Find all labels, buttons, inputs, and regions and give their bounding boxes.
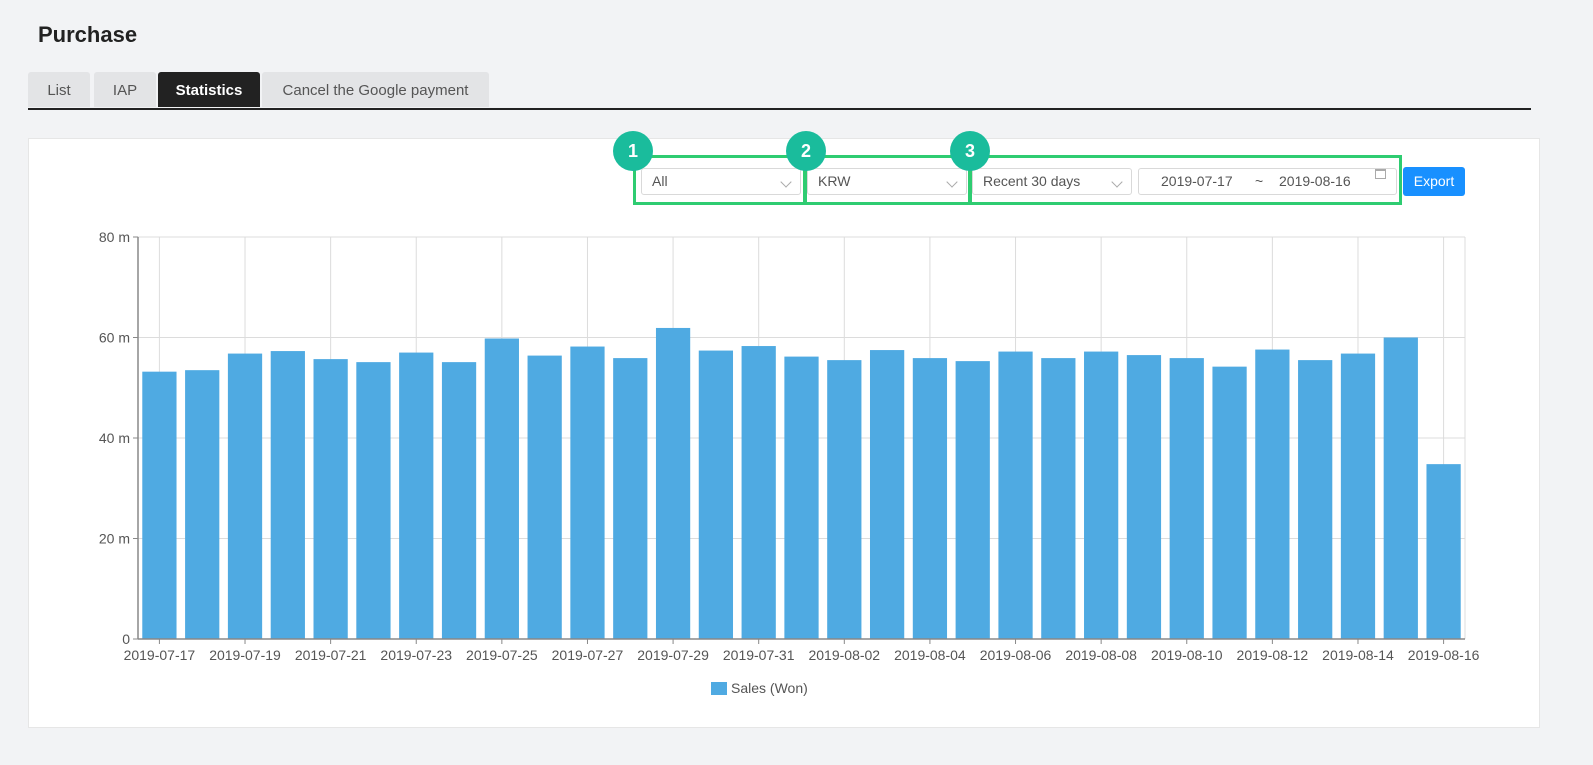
bar	[270, 351, 305, 639]
bar	[1298, 360, 1333, 639]
bar	[1426, 464, 1461, 639]
y-tick-label: 40 m	[99, 430, 130, 446]
legend-label: Sales (Won)	[731, 680, 808, 696]
y-tick-label: 80 m	[99, 229, 130, 245]
bar	[1084, 351, 1119, 639]
bar	[698, 350, 734, 639]
x-tick-label: 2019-08-12	[1237, 647, 1309, 663]
bar	[869, 350, 905, 639]
x-tick-label: 2019-08-14	[1322, 647, 1394, 663]
bar	[570, 346, 605, 639]
bar	[399, 352, 434, 639]
bar	[1169, 358, 1204, 639]
x-tick-label: 2019-08-08	[1065, 647, 1137, 663]
bar	[827, 360, 862, 639]
bar	[185, 370, 220, 639]
x-tick-label: 2019-08-06	[980, 647, 1052, 663]
x-tick-label: 2019-07-25	[466, 647, 538, 663]
y-tick-label: 20 m	[99, 531, 130, 547]
bar	[1255, 349, 1290, 639]
x-tick-label: 2019-07-19	[209, 647, 281, 663]
x-tick-label: 2019-07-17	[124, 647, 196, 663]
x-tick-label: 2019-07-23	[380, 647, 452, 663]
y-tick-label: 60 m	[99, 330, 130, 346]
bar	[655, 327, 691, 639]
x-tick-label: 2019-08-02	[808, 647, 880, 663]
bar	[955, 361, 990, 639]
bar	[784, 356, 819, 639]
bars	[142, 327, 1461, 639]
x-tick-label: 2019-08-04	[894, 647, 966, 663]
legend: Sales (Won)	[711, 680, 808, 696]
bar	[998, 351, 1033, 639]
bar	[356, 362, 391, 639]
bar	[1383, 337, 1418, 639]
x-tick-label: 2019-07-31	[723, 647, 795, 663]
bar	[1126, 355, 1162, 639]
bar	[613, 358, 648, 639]
x-tick-label: 2019-08-16	[1408, 647, 1480, 663]
bar	[741, 346, 776, 639]
x-tick-label: 2019-08-10	[1151, 647, 1223, 663]
x-tick-label: 2019-07-27	[552, 647, 624, 663]
bar	[441, 362, 477, 639]
x-tick-label: 2019-07-21	[295, 647, 367, 663]
bar	[1212, 366, 1247, 639]
y-tick-label: 0	[122, 631, 130, 647]
bar	[142, 371, 177, 639]
x-tick-label: 2019-07-29	[637, 647, 709, 663]
bar	[912, 358, 948, 639]
bar	[484, 338, 519, 639]
bar	[313, 359, 348, 639]
sales-bar-chart: 0 20 m 40 m 60 m 80 m 2019-07-17 2019-07-19 201…	[99, 229, 1480, 696]
bar	[227, 353, 263, 639]
bar	[527, 355, 562, 639]
bar	[1340, 353, 1376, 639]
legend-swatch	[711, 682, 727, 695]
bar	[1041, 358, 1076, 639]
